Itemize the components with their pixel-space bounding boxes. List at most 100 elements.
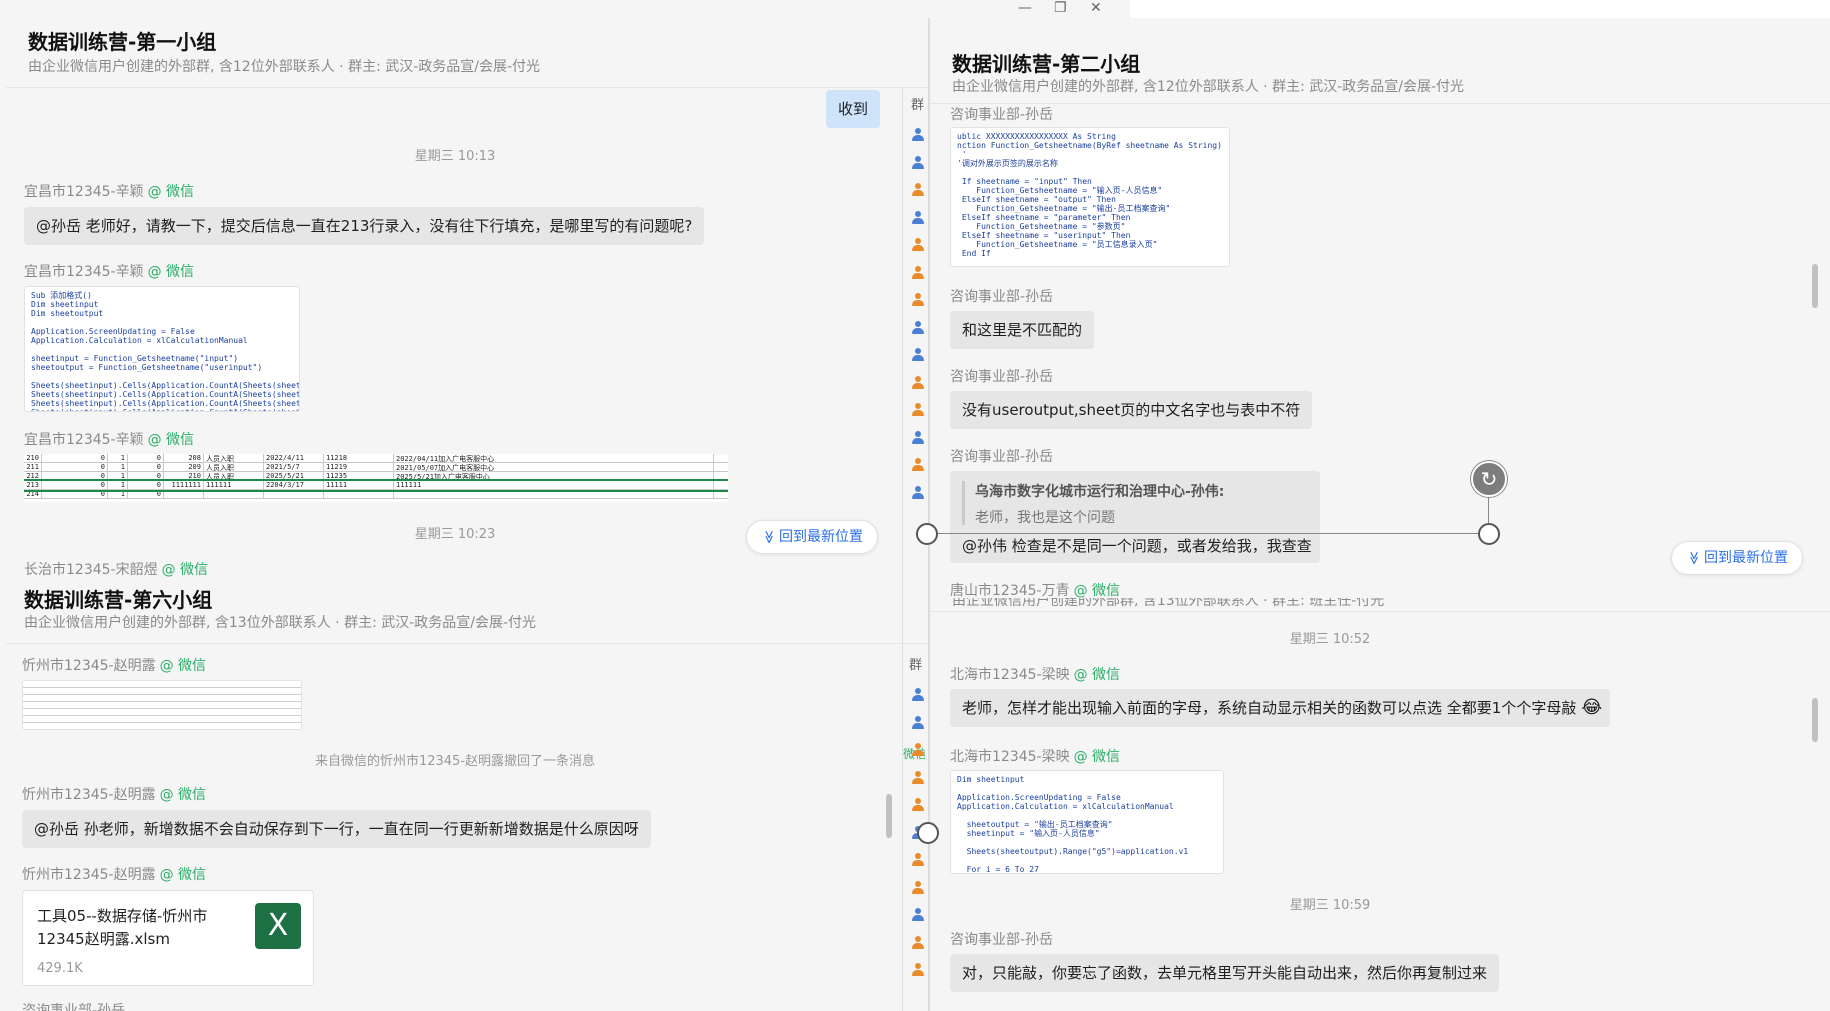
- member-avatar-icon[interactable]: [912, 880, 924, 895]
- message-sender: 咨询事业部-孙岳: [950, 932, 1054, 948]
- member-avatar-icon[interactable]: [912, 935, 924, 950]
- code-screenshot-image[interactable]: ublic XXXXXXXXXXXXXXXXX As String nction…: [950, 127, 1230, 267]
- message-sender: 长治市12345-宋韶煜 @ 微信: [24, 562, 209, 578]
- member-avatar-icon[interactable]: [912, 743, 924, 757]
- message-sender: 宜昌市12345-辛颖 @ 微信: [24, 432, 195, 448]
- spreadsheet-row: 210 0 1 0 208 人员入职 2022/4/11 11218 2022/04/11加入广…: [24, 454, 728, 463]
- spreadsheet-cell: [204, 490, 264, 498]
- file-size: 429.1K: [37, 961, 83, 976]
- member-avatar-icon[interactable]: [912, 183, 924, 197]
- spreadsheet-cell: 0: [42, 472, 108, 480]
- code-screenshot-image[interactable]: Dim sheetinput Application.ScreenUpdatin…: [950, 770, 1224, 874]
- code-image-content: Sub 添加格式() Dim sheetinput Dim sheetoutpu…: [31, 291, 300, 411]
- code-image-content: Dim sheetinput Application.ScreenUpdatin…: [957, 775, 1189, 874]
- member-avatar-icon[interactable]: [912, 485, 924, 500]
- file-name: 工具05--数据存储-忻州市 12345赵明露.xlsm: [37, 907, 208, 948]
- spreadsheet-cell: [164, 490, 204, 498]
- scrollbar-thumb[interactable]: [1812, 698, 1818, 742]
- quote-author: 乌海市数字化城市运行和治理中心-孙伟:: [975, 484, 1225, 500]
- chat-subtitle: 由企业微信用户创建的外部群, 含13位外部联系人 · 群主: 武汉-政务品宣/会…: [24, 615, 537, 631]
- rotate-handle-icon[interactable]: ↻: [1471, 461, 1507, 497]
- spreadsheet-cell: 210: [164, 472, 204, 480]
- spreadsheet-cell: 人员入职: [204, 472, 264, 480]
- reply-text: @孙伟 检查是不是同一个问题，或者发给我，我查查: [962, 537, 1312, 555]
- spreadsheet-cell: 214: [24, 490, 42, 498]
- message-bubble[interactable]: @孙岳 老师好，请教一下，提交后信息一直在213行录入，没有往下行填充，是哪里写…: [24, 207, 705, 245]
- member-avatar-icon[interactable]: [912, 293, 924, 307]
- resize-handle[interactable]: [917, 822, 939, 844]
- code-image-content: ublic XXXXXXXXXXXXXXXXX As String nction…: [957, 132, 1222, 258]
- spreadsheet-cell: 2022/04/11加入广电客服中心: [394, 454, 714, 462]
- scrollbar-thumb[interactable]: [1812, 264, 1818, 308]
- message-bubble[interactable]: @孙岳 孙老师，新增数据不会自动保存到下一行，一直在同一行更新新增数据是什么原因…: [22, 810, 651, 848]
- message-bubble-self[interactable]: 收到: [826, 90, 881, 128]
- timestamp: 星期三 10:13: [414, 149, 496, 164]
- member-avatar-icon[interactable]: [912, 798, 924, 812]
- spreadsheet-cell: 0: [128, 481, 164, 489]
- spreadsheet-cell: 人员入职: [204, 454, 264, 462]
- message-sender: 宜昌市12345-辛颖 @ 微信: [24, 184, 195, 200]
- spreadsheet-row: 212 0 1 0 210 人员入职 2025/5/21 11235 2025/5/21加入广电…: [24, 472, 728, 481]
- message-bubble[interactable]: 对，只能敲，你要忘了函数，去单元格里写开头能自动出来，然后你再复制过来: [950, 954, 1500, 992]
- back-to-latest-button[interactable]: 回到最新位置: [746, 520, 878, 554]
- member-avatar-icon[interactable]: [912, 375, 924, 390]
- overlapped-subtitle: 由企业微信用户创建的外部群, 含13位外部联系人 · 群主: 班主任-付光: [952, 598, 1385, 608]
- chat-subtitle: 由企业微信用户创建的外部群, 含12位外部联系人 · 群主: 武汉-政务品宣/会…: [952, 79, 1465, 95]
- message-bubble[interactable]: 和这里是不匹配的: [950, 311, 1095, 349]
- excel-file-icon: X: [255, 903, 301, 949]
- chat-subtitle: 由企业微信用户创建的外部群, 含12位外部联系人 · 群主: 武汉-政务品宣/会…: [28, 59, 541, 75]
- minimize-icon[interactable]: —: [1018, 0, 1032, 16]
- file-attachment-card[interactable]: 工具05--数据存储-忻州市 12345赵明露.xlsm 429.1K X: [22, 890, 314, 986]
- spreadsheet-cell: 0: [128, 472, 164, 480]
- member-avatar-icon[interactable]: [912, 210, 924, 225]
- member-avatar-icon[interactable]: [912, 770, 924, 785]
- member-avatar-icon[interactable]: [912, 320, 924, 335]
- divider: [930, 611, 1830, 612]
- message-bubble[interactable]: 老师，怎样才能出现输入前面的字母，系统自动显示相关的函数可以点选 全都要1个个字…: [950, 689, 1611, 727]
- member-avatar-icon[interactable]: [912, 853, 924, 867]
- message-sender: 忻州市12345-赵明露 @ 微信: [22, 787, 207, 803]
- member-avatar-icon[interactable]: [912, 688, 924, 702]
- code-screenshot-image[interactable]: Sub 添加格式() Dim sheetinput Dim sheetoutpu…: [24, 286, 300, 412]
- spreadsheet-screenshot-image[interactable]: 210 0 1 0 208 人员入职 2022/4/11 11218 2022/04/11加入广…: [24, 454, 728, 502]
- member-avatar-icon[interactable]: [912, 458, 924, 472]
- spreadsheet-cell: 1111111: [164, 481, 204, 489]
- member-avatar-icon[interactable]: [912, 963, 924, 977]
- resize-handle[interactable]: [1478, 523, 1500, 545]
- message-sender: 唐山市12345-万青 @ 微信: [950, 583, 1121, 599]
- spreadsheet-cell: 11218: [324, 454, 394, 462]
- chat-panel-group1: 数据训练营-第一小组 由企业微信用户创建的外部群, 含12位外部联系人 · 群主…: [6, 0, 928, 580]
- spreadsheet-cell: 2021/05/07加入广电客服中心: [394, 463, 714, 471]
- panel-divider: [928, 18, 930, 1011]
- member-avatar-icon[interactable]: [912, 238, 924, 252]
- member-avatar-icon[interactable]: [912, 430, 924, 445]
- member-avatar-icon[interactable]: [912, 128, 924, 142]
- spreadsheet-screenshot-image[interactable]: [22, 680, 302, 730]
- spreadsheet-cell: [264, 490, 324, 498]
- chat-panel-group2: 数据训练营-第二小组 由企业微信用户创建的外部群, 含12位外部联系人 · 群主…: [930, 18, 1830, 1011]
- member-avatar-icon[interactable]: [912, 348, 924, 362]
- restore-icon[interactable]: ❐: [1054, 0, 1067, 16]
- message-sender: 忻州市12345-赵明露 @ 微信: [22, 867, 207, 883]
- spreadsheet-cell: 2204/3/17: [264, 481, 324, 489]
- member-avatar-icon[interactable]: [912, 715, 924, 730]
- scrollbar-thumb[interactable]: [886, 794, 892, 838]
- message-bubble[interactable]: 没有useroutput,sheet页的中文名字也与表中不符: [950, 391, 1313, 429]
- spreadsheet-cell: 11235: [324, 472, 394, 480]
- spreadsheet-cell: 210: [24, 454, 42, 462]
- member-avatar-icon[interactable]: [912, 908, 924, 922]
- back-to-latest-button[interactable]: 回到最新位置: [1671, 541, 1803, 575]
- spreadsheet-row: 211 0 1 0 209 人员入职 2021/5/7 11219 2021/05/07加入广电…: [24, 463, 728, 472]
- member-avatar-icon[interactable]: [912, 265, 924, 280]
- message-sender: 北海市12345-梁映 @ 微信: [950, 749, 1121, 765]
- spreadsheet-cell: 209: [164, 463, 204, 471]
- resize-handle[interactable]: [916, 523, 938, 545]
- titlebar-strip: [1130, 0, 1830, 18]
- spreadsheet-cell: 2022/4/11: [264, 454, 324, 462]
- close-icon[interactable]: ✕: [1090, 0, 1102, 16]
- member-avatar-icon[interactable]: [912, 155, 924, 170]
- chat-header: 数据训练营-第二小组 由企业微信用户创建的外部群, 含12位外部联系人 · 群主…: [930, 18, 1830, 104]
- member-avatar-icon[interactable]: [912, 403, 924, 417]
- reply-message-bubble[interactable]: 乌海市数字化城市运行和治理中心-孙伟: 老师，我也是这个问题 @孙伟 检查是不是…: [950, 471, 1320, 563]
- timestamp: 星期三 10:52: [1289, 632, 1371, 647]
